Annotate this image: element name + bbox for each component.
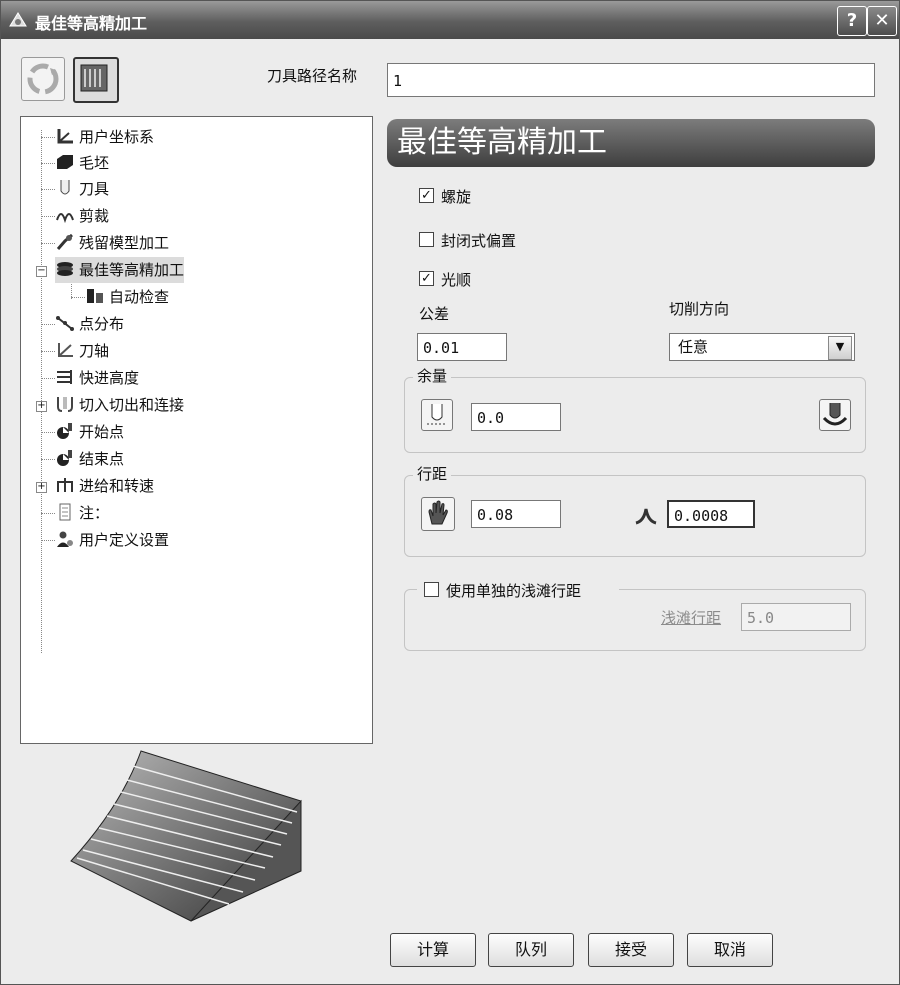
accept-button[interactable]: 接受 bbox=[588, 933, 674, 967]
tree-item-leads-links[interactable]: 切入切出和连接 bbox=[55, 392, 184, 418]
tree-item-label: 自动检查 bbox=[109, 288, 170, 306]
tree-item-user-settings[interactable]: 用户定义设置 bbox=[55, 527, 169, 553]
point-distribution-icon bbox=[56, 316, 74, 331]
toolpath-view-icon[interactable] bbox=[73, 57, 119, 103]
cut-direction-label: 切削方向 bbox=[669, 300, 730, 318]
trim-icon bbox=[56, 213, 74, 224]
cusp-height-icon bbox=[635, 508, 657, 525]
collapse-toggle[interactable]: − bbox=[36, 266, 47, 277]
user-settings-icon bbox=[57, 531, 73, 547]
tree-item-start-point[interactable]: 开始点 bbox=[55, 419, 124, 445]
window-title: 最佳等高精加工 bbox=[35, 14, 148, 33]
shallow-stepover-checkbox[interactable] bbox=[424, 582, 439, 597]
tree-item-tool-axis[interactable]: 刀轴 bbox=[55, 338, 109, 364]
shallow-stepover-value-label: 浅滩行距 bbox=[661, 609, 722, 627]
tree-item-label: 残留模型加工 bbox=[79, 234, 170, 252]
tree-item-label: 开始点 bbox=[79, 423, 125, 441]
smooth-checkbox[interactable]: ✓ bbox=[419, 271, 434, 286]
tree-item-notes[interactable]: 注： bbox=[55, 500, 109, 526]
title-bar[interactable]: 最佳等高精加工 ? ✕ bbox=[1, 1, 899, 39]
spiral-label: 螺旋 bbox=[441, 188, 472, 206]
cut-direction-select[interactable]: 任意 ▼ bbox=[669, 333, 855, 361]
dialog-window: 最佳等高精加工 ? ✕ 刀具路径名称 1 − + + 用户坐标系 毛坯 刀具 剪… bbox=[0, 0, 900, 985]
notes-icon bbox=[59, 503, 71, 521]
queue-button[interactable]: 队列 bbox=[488, 933, 574, 967]
closed-offset-label: 封闭式偏置 bbox=[441, 232, 517, 250]
recycle-icon[interactable] bbox=[21, 57, 65, 101]
tree-item-label: 用户定义设置 bbox=[79, 531, 170, 549]
tree-item-auto-verify[interactable]: 自动检查 bbox=[85, 284, 169, 310]
cut-direction-value: 任意 bbox=[678, 338, 709, 356]
tolerance-label: 公差 bbox=[419, 305, 450, 323]
tree-item-label: 剪裁 bbox=[79, 207, 110, 225]
tree-item-optimized-constant-z[interactable]: 最佳等高精加工 bbox=[55, 257, 185, 283]
tree-item-label: 最佳等高精加工 bbox=[79, 261, 185, 279]
tree-item-block[interactable]: 毛坯 bbox=[55, 150, 109, 176]
tolerance-input[interactable]: 0.01 bbox=[417, 333, 507, 361]
tree-item-label: 切入切出和连接 bbox=[79, 396, 185, 414]
thickness-label: 余量 bbox=[413, 365, 452, 386]
tree-item-rapid-height[interactable]: 快进高度 bbox=[55, 365, 139, 391]
tree-item-label: 用户坐标系 bbox=[79, 128, 155, 146]
tree-item-label: 进给和转速 bbox=[79, 477, 155, 495]
tool-icon bbox=[60, 180, 70, 195]
strategy-header: 最佳等高精加工 bbox=[387, 119, 875, 167]
rest-model-icon bbox=[56, 233, 73, 250]
shallow-stepover-input[interactable]: 5.0 bbox=[741, 603, 851, 631]
tree-item-rest-model[interactable]: 残留模型加工 bbox=[55, 230, 169, 256]
block-icon bbox=[57, 155, 73, 169]
verify-icon bbox=[87, 289, 103, 303]
thickness-input[interactable]: 0.0 bbox=[471, 403, 561, 431]
navigation-tree: − + + 用户坐标系 毛坯 刀具 剪裁 残留模型加工 最佳等高精加工 自动检查… bbox=[20, 116, 373, 744]
tree-item-point-distribution[interactable]: 点分布 bbox=[55, 311, 124, 337]
end-point-icon bbox=[57, 450, 72, 466]
stepover-label: 行距 bbox=[413, 463, 452, 484]
tree-item-end-point[interactable]: 结束点 bbox=[55, 446, 124, 472]
tree-item-trim[interactable]: 剪裁 bbox=[55, 203, 109, 229]
leads-links-icon bbox=[57, 397, 73, 412]
calculate-button[interactable]: 计算 bbox=[390, 933, 476, 967]
tree-item-label: 毛坯 bbox=[79, 154, 110, 172]
rapid-height-icon bbox=[57, 370, 72, 384]
closed-offset-checkbox[interactable] bbox=[419, 232, 434, 247]
tree-item-label: 刀轴 bbox=[79, 342, 110, 360]
expand-toggle[interactable]: + bbox=[36, 401, 47, 412]
expand-toggle[interactable]: + bbox=[36, 482, 47, 493]
layers-icon bbox=[57, 262, 73, 276]
tree-item-user-coordinate[interactable]: 用户坐标系 bbox=[55, 124, 154, 150]
coordinate-axes-icon bbox=[57, 129, 73, 144]
toolpath-preview-image bbox=[70, 750, 302, 922]
close-button[interactable]: ✕ bbox=[867, 6, 897, 36]
chevron-down-icon[interactable]: ▼ bbox=[828, 336, 852, 360]
tool-axis-icon bbox=[58, 343, 73, 357]
thickness-mode-icon[interactable] bbox=[421, 399, 453, 431]
start-point-icon bbox=[57, 423, 72, 439]
tree-item-label: 快进高度 bbox=[79, 369, 140, 387]
spiral-checkbox[interactable]: ✓ bbox=[419, 188, 434, 203]
tree-item-label: 结束点 bbox=[79, 450, 125, 468]
cusp-height-input[interactable]: 0.0008 bbox=[667, 500, 755, 528]
cancel-button[interactable]: 取消 bbox=[687, 933, 773, 967]
feeds-speeds-icon bbox=[57, 478, 73, 492]
stepover-input[interactable]: 0.08 bbox=[471, 500, 561, 528]
tree-item-tool[interactable]: 刀具 bbox=[55, 176, 109, 202]
tree-item-label: 点分布 bbox=[79, 315, 125, 333]
shallow-stepover-label: 使用单独的浅滩行距 bbox=[446, 582, 582, 600]
toolpath-name-input[interactable]: 1 bbox=[387, 63, 875, 97]
app-icon bbox=[9, 12, 27, 27]
smooth-label: 光顺 bbox=[441, 271, 472, 289]
toolpath-name-label: 刀具路径名称 bbox=[267, 67, 358, 85]
tree-item-label: 刀具 bbox=[79, 180, 110, 198]
help-button[interactable]: ? bbox=[837, 6, 867, 36]
tree-item-feeds-speeds[interactable]: 进给和转速 bbox=[55, 473, 154, 499]
copy-stepover-hand-icon[interactable] bbox=[421, 497, 455, 531]
component-thickness-icon[interactable] bbox=[819, 399, 851, 431]
tree-item-label: 注： bbox=[79, 504, 110, 522]
